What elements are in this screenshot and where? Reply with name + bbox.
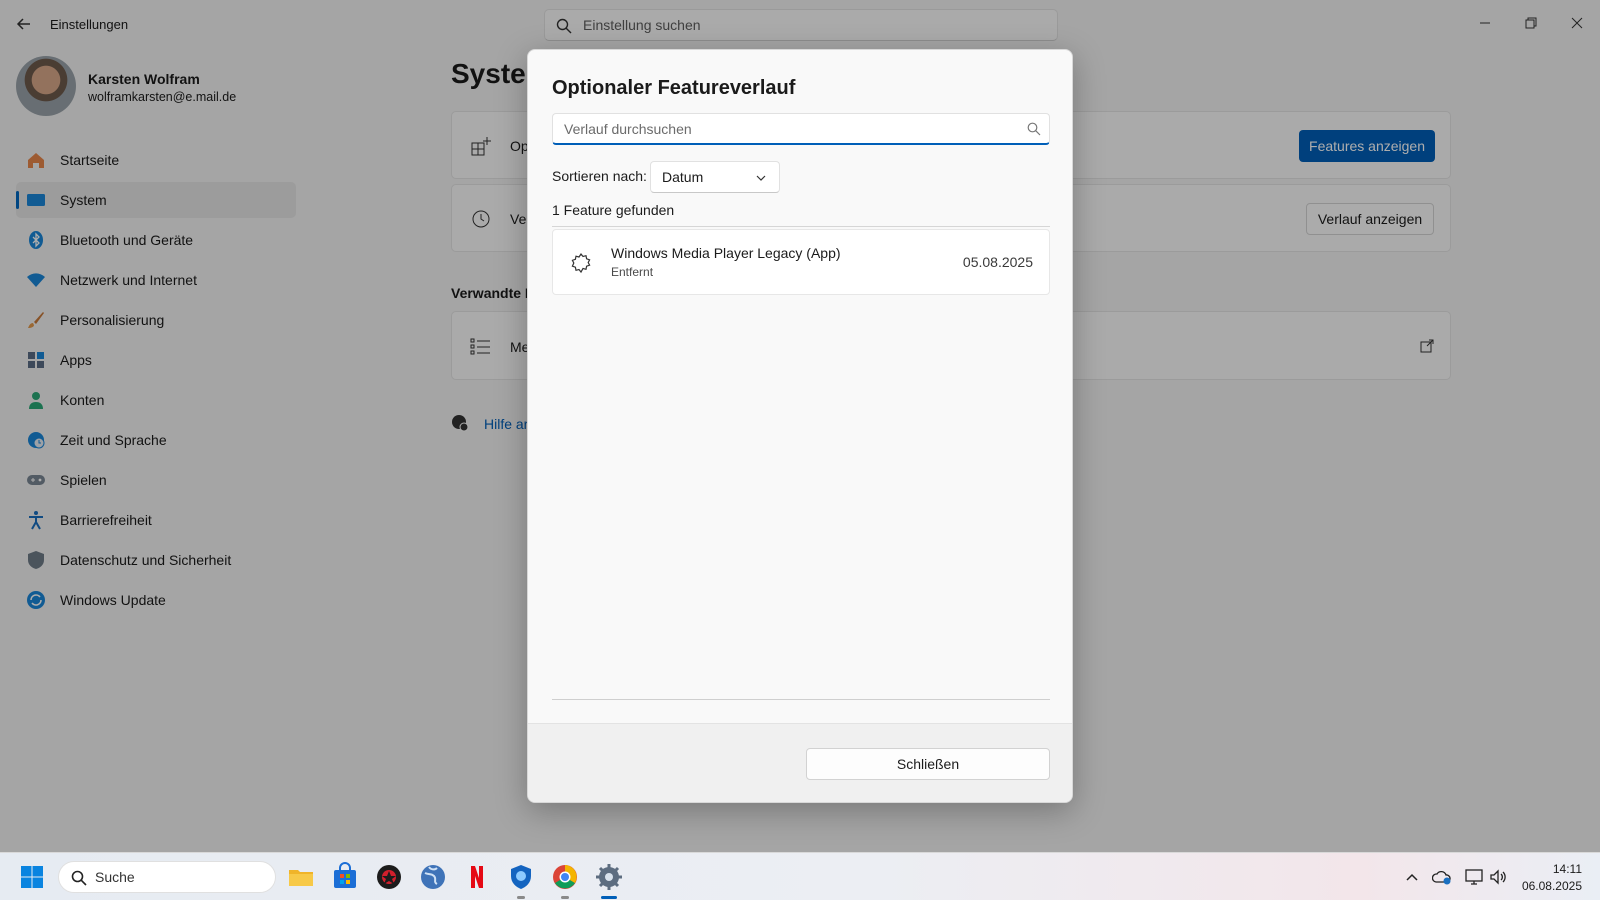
search-icon [71, 870, 87, 886]
sort-value: Datum [662, 169, 704, 185]
search-icon [1027, 122, 1041, 136]
chevron-down-icon [756, 175, 766, 181]
feature-date: 05.08.2025 [962, 254, 1033, 270]
dialog-title: Optionaler Featureverlauf [552, 77, 796, 99]
file-explorer-icon[interactable] [285, 861, 317, 893]
history-search-input[interactable]: Verlauf durchsuchen [552, 113, 1050, 145]
sort-dropdown[interactable]: Datum [650, 161, 780, 193]
running-indicator [601, 896, 617, 899]
edge-shield-icon[interactable] [505, 861, 537, 893]
network-icon[interactable] [1464, 867, 1484, 887]
netflix-icon[interactable] [461, 861, 493, 893]
feature-status: Entfernt [611, 265, 654, 279]
result-count: 1 Feature gefunden [552, 202, 675, 218]
puzzle-gear-icon [571, 252, 591, 274]
running-indicator [561, 896, 569, 899]
divider [552, 699, 1050, 700]
globe-app-icon[interactable] [417, 861, 449, 893]
chrome-icon[interactable] [549, 861, 581, 893]
taskbar-search-label: Suche [95, 869, 135, 885]
search-placeholder: Verlauf durchsuchen [564, 121, 692, 137]
taskbar-search[interactable]: Suche [58, 861, 276, 893]
clock-date[interactable]: 06.08.2025 [1522, 879, 1582, 893]
list-item[interactable]: Windows Media Player Legacy (App) Entfer… [552, 229, 1050, 295]
running-indicator [517, 896, 525, 899]
volume-icon[interactable] [1488, 867, 1508, 887]
vpn-app-icon[interactable] [373, 861, 405, 893]
feature-history-dialog: Optionaler Featureverlauf Verlauf durchs… [527, 49, 1073, 803]
feature-name: Windows Media Player Legacy (App) [611, 245, 841, 261]
dialog-footer: Schließen [528, 723, 1072, 802]
taskbar: Suche 14:11 06.08.2025 [0, 852, 1600, 900]
close-button[interactable]: Schließen [806, 748, 1050, 780]
clock-time[interactable]: 14:11 [1553, 862, 1582, 876]
divider [552, 226, 1050, 227]
onedrive-icon[interactable] [1432, 867, 1452, 887]
chevron-up-icon[interactable] [1402, 867, 1422, 887]
sort-label: Sortieren nach: [552, 168, 647, 184]
settings-icon[interactable] [593, 861, 625, 893]
store-icon[interactable] [329, 861, 361, 893]
start-icon[interactable] [16, 861, 48, 893]
